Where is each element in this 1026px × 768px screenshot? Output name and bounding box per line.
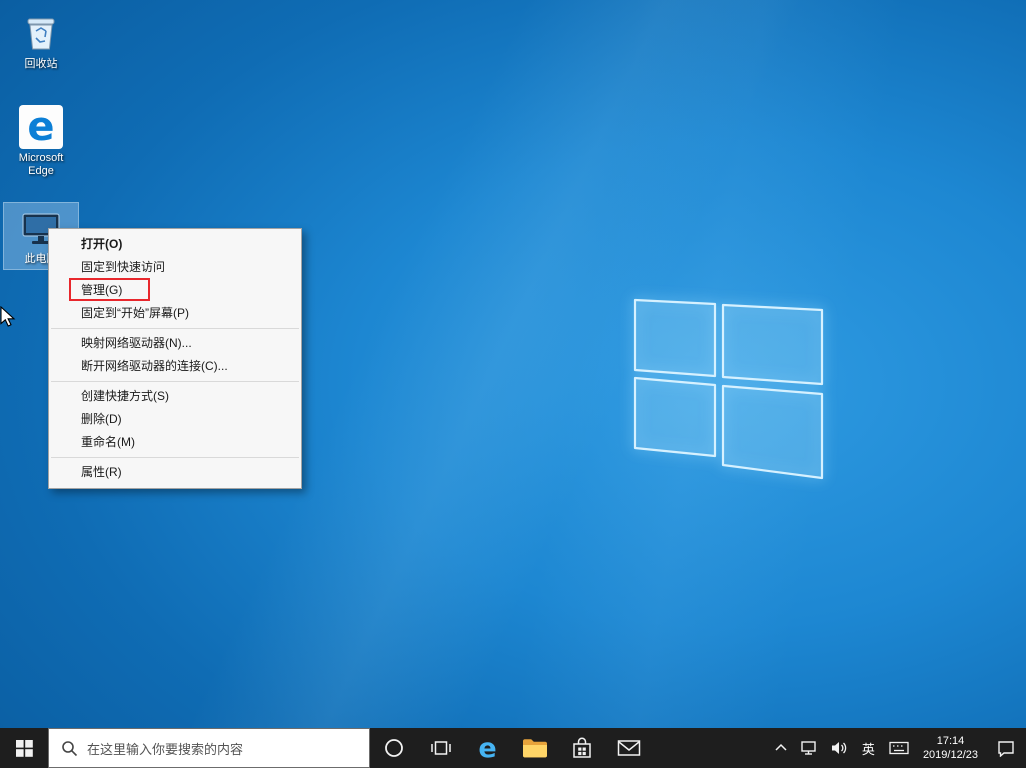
recycle-bin-icon	[19, 11, 63, 55]
mail-button[interactable]	[605, 728, 652, 768]
menu-item-manage[interactable]: 管理(G)	[49, 279, 301, 302]
search-placeholder: 在这里输入你要搜索的内容	[87, 739, 243, 758]
touch-keyboard-icon	[889, 741, 909, 755]
clock-date: 2019/12/23	[923, 748, 978, 762]
tray-network-button[interactable]	[794, 728, 824, 768]
clock-time: 17:14	[923, 734, 978, 748]
desktop-icon-recycle-bin[interactable]: 回收站	[4, 8, 78, 74]
tray-ime-indicator[interactable]: 英	[854, 728, 883, 768]
mail-icon	[617, 739, 641, 757]
desktop-icon-edge[interactable]: e Microsoft Edge	[4, 102, 78, 181]
file-explorer-button[interactable]	[511, 728, 558, 768]
recycle-bin-label: 回收站	[25, 58, 58, 71]
start-button[interactable]	[0, 728, 48, 768]
microsoft-store-button[interactable]	[558, 728, 605, 768]
menu-separator	[51, 328, 299, 329]
menu-item-create-shortcut[interactable]: 创建快捷方式(S)	[49, 385, 301, 408]
context-menu: 打开(O) 固定到快速访问 管理(G) 固定到“开始”屏幕(P) 映射网络驱动器…	[48, 228, 302, 489]
menu-item-delete[interactable]: 删除(D)	[49, 408, 301, 431]
menu-item-map-network-drive[interactable]: 映射网络驱动器(N)...	[49, 332, 301, 355]
tray-volume-button[interactable]	[824, 728, 854, 768]
menu-separator	[51, 381, 299, 382]
menu-item-disconnect-network-drive[interactable]: 断开网络驱动器的连接(C)...	[49, 355, 301, 378]
menu-item-properties[interactable]: 属性(R)	[49, 461, 301, 484]
action-center-button[interactable]	[986, 728, 1026, 768]
menu-item-pin-start[interactable]: 固定到“开始”屏幕(P)	[49, 302, 301, 325]
menu-separator	[51, 457, 299, 458]
cortana-icon	[384, 738, 404, 758]
edge-label: Microsoft Edge	[5, 152, 77, 178]
tray-clock[interactable]: 17:14 2019/12/23	[915, 728, 986, 768]
taskbar: 在这里输入你要搜索的内容 e	[0, 728, 1026, 768]
cortana-button[interactable]	[370, 728, 417, 768]
action-center-icon	[997, 740, 1015, 757]
menu-item-rename[interactable]: 重命名(M)	[49, 431, 301, 454]
search-icon	[61, 740, 78, 757]
edge-e-glyph: e	[27, 107, 54, 147]
chevron-up-icon	[774, 742, 788, 754]
task-view-button[interactable]	[417, 728, 464, 768]
menu-item-open[interactable]: 打开(O)	[49, 233, 301, 256]
taskbar-edge-button[interactable]: e	[464, 728, 511, 768]
tray-touch-keyboard-button[interactable]	[883, 728, 915, 768]
file-explorer-icon	[522, 737, 548, 759]
wallpaper-windows-logo	[600, 268, 860, 498]
start-windows-icon	[16, 740, 33, 757]
taskbar-search-input[interactable]: 在这里输入你要搜索的内容	[48, 728, 370, 768]
desktop[interactable]: 回收站 e Microsoft Edge 此电脑 打开(O) 固定到快速访问 管…	[0, 0, 1026, 768]
tray-show-hidden-icons-button[interactable]	[768, 728, 794, 768]
network-icon	[800, 740, 818, 756]
taskbar-edge-icon: e	[478, 735, 496, 762]
mouse-cursor	[0, 306, 18, 328]
menu-item-pin-quick-access[interactable]: 固定到快速访问	[49, 256, 301, 279]
microsoft-store-icon	[571, 736, 593, 760]
task-view-icon	[431, 739, 451, 757]
system-tray: 英 17:14 2019/12/23	[768, 728, 1026, 768]
edge-icon: e	[19, 105, 63, 149]
speaker-icon	[830, 740, 848, 756]
